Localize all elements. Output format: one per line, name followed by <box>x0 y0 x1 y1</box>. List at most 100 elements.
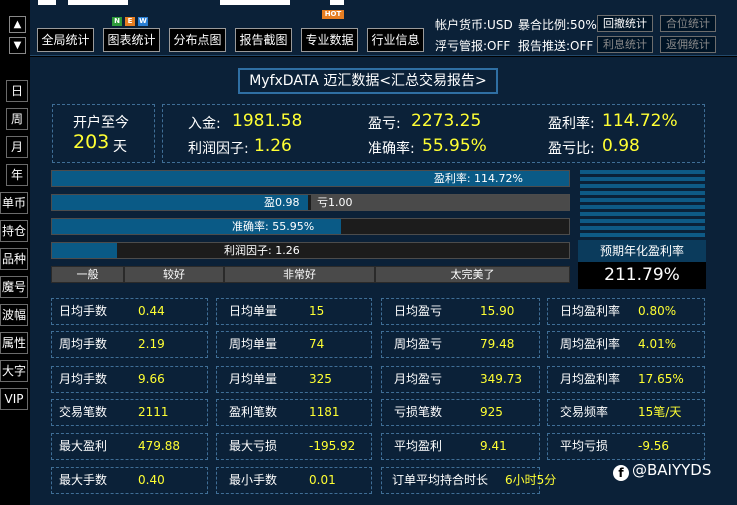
projection-stripe <box>580 170 705 174</box>
stat-cell: 盈利笔数 1181 <box>216 399 372 426</box>
stat-label: 平均盈利 <box>394 439 443 453</box>
scroll-down-icon[interactable]: ▼ <box>9 37 26 54</box>
watermark-text: @BAIYYDS <box>632 461 712 479</box>
stat-value: 17.65% <box>638 372 684 386</box>
projection-stripe <box>580 219 705 223</box>
pnl-value: 2273.25 <box>411 111 482 131</box>
tab-large-font[interactable]: 大字 <box>0 360 28 382</box>
stat-cell: 交易笔数 2111 <box>51 399 208 426</box>
stat-value: 0.80% <box>638 304 677 318</box>
stat-label: 最大亏损 <box>229 439 278 453</box>
loss-text: 亏1.00 <box>317 196 353 209</box>
stat-value: 479.88 <box>138 439 180 453</box>
stat-cell: 日均盈利率 0.80% <box>547 298 705 325</box>
pnl-label: 盈亏: <box>368 116 401 132</box>
watermark: f @BAIYYDS <box>613 461 711 481</box>
stat-cell: 日均盈亏 15.90 <box>381 298 540 325</box>
stat-value: 925 <box>480 405 503 419</box>
stat-label: 最大手数 <box>59 473 108 487</box>
stat-cell: 月均盈利率 17.65% <box>547 366 705 393</box>
tab-week[interactable]: 周 <box>6 108 28 130</box>
tab-day[interactable]: 日 <box>6 80 28 102</box>
projection-stripe <box>580 191 705 195</box>
stat-label: 月均盈亏 <box>394 372 443 386</box>
tab-positions[interactable]: 持仓 <box>0 220 28 242</box>
tab-symbols[interactable]: 品种 <box>0 248 28 270</box>
report-title: MyfxDATA 迈汇数据<汇总交易报告> <box>238 68 498 94</box>
stat-cell: 最大盈利 479.88 <box>51 433 208 460</box>
days-value: 203 <box>73 131 110 153</box>
pl-ratio-label: 盈亏比: <box>548 141 595 157</box>
top-strip-mark <box>330 0 344 5</box>
stat-cell: 平均盈利 9.41 <box>381 433 540 460</box>
profit-rate-bar-text: 盈利率: 114.72% <box>433 172 523 185</box>
tab-attributes[interactable]: 属性 <box>0 332 28 354</box>
profit-factor-value: 1.26 <box>254 136 292 156</box>
report-screenshot-button[interactable]: 报告截图 <box>235 28 292 52</box>
new-badge-n: N <box>112 17 122 26</box>
tab-year[interactable]: 年 <box>6 164 28 186</box>
stat-cell: 平均亏损 -9.56 <box>547 433 705 460</box>
projection-stripe <box>580 205 705 209</box>
tab-amplitude[interactable]: 波幅 <box>0 304 28 326</box>
chart-stats-button[interactable]: 图表统计 <box>103 28 160 52</box>
stat-value: 0.40 <box>138 473 165 487</box>
projection-stripe <box>580 233 705 237</box>
days-unit: 天 <box>113 139 127 155</box>
stat-label: 日均盈利率 <box>560 304 621 318</box>
stat-label: 平均亏损 <box>560 439 609 453</box>
stat-value: -195.92 <box>309 439 356 453</box>
stat-value: 0.44 <box>138 304 165 318</box>
stat-value: 15笔/天 <box>638 405 682 419</box>
stat-value: 2.19 <box>138 337 165 351</box>
scroll-up-icon[interactable]: ▲ <box>9 16 26 33</box>
stat-cell: 亏损笔数 925 <box>381 399 540 426</box>
account-currency: 帐户货币:USD <box>435 18 513 32</box>
stat-label: 日均手数 <box>59 304 108 318</box>
projection-stripe <box>580 198 705 202</box>
stat-cell: 周均盈利率 4.01% <box>547 331 705 358</box>
stat-value: 1181 <box>309 405 340 419</box>
stat-label: 周均手数 <box>59 337 108 351</box>
stat-label: 月均单量 <box>229 372 278 386</box>
deposit-label: 入金: <box>188 116 221 132</box>
profit-rate-bar: 盈利率: 114.72% <box>51 170 570 187</box>
stat-label: 月均盈利率 <box>560 372 621 386</box>
stat-cell: 月均手数 9.66 <box>51 366 208 393</box>
stat-cell: 周均盈亏 79.48 <box>381 331 540 358</box>
profit-factor-label: 利润因子: <box>188 141 249 157</box>
min-lots-cell: 最小手数 0.01 <box>216 467 372 494</box>
drawdown-stats-button[interactable]: 回撤统计 <box>597 15 653 32</box>
stat-value: 15 <box>309 304 325 318</box>
interest-stats-button[interactable]: 利息统计 <box>597 36 653 53</box>
stat-value: 79.48 <box>480 337 515 351</box>
tab-single-currency[interactable]: 单币 <box>0 192 28 214</box>
position-stats-button[interactable]: 合位统计 <box>660 15 716 32</box>
stat-value: 9.66 <box>138 372 165 386</box>
profit-rate-value: 114.72% <box>602 111 678 131</box>
pro-data-button[interactable]: 专业数据 <box>301 28 358 52</box>
rebate-stats-button[interactable]: 返佣统计 <box>660 36 716 53</box>
stat-cell: 日均单量 15 <box>216 298 372 325</box>
distribution-button[interactable]: 分布点图 <box>169 28 226 52</box>
stat-value: 4.01% <box>638 337 677 351</box>
global-stats-button[interactable]: 全局统计 <box>37 28 94 52</box>
projection-stripe <box>580 177 705 181</box>
industry-info-button[interactable]: 行业信息 <box>367 28 424 52</box>
deposit-value: 1981.58 <box>232 111 303 131</box>
top-strip-mark <box>68 0 128 5</box>
stat-label: 亏损笔数 <box>394 405 443 419</box>
tab-vip[interactable]: VIP <box>0 388 28 410</box>
float-loss-alert: 浮亏管报:OFF <box>435 39 511 53</box>
stat-label: 周均盈亏 <box>394 337 443 351</box>
stat-value: 9.41 <box>480 439 507 453</box>
stat-value: 325 <box>309 372 332 386</box>
tab-month[interactable]: 月 <box>6 136 28 158</box>
accuracy-bar-text: 准确率: 55.95% <box>232 220 315 233</box>
scale-normal: 一般 <box>51 266 124 283</box>
top-strip-mark <box>220 0 290 5</box>
profit-factor-fill <box>52 243 117 258</box>
tab-magic[interactable]: 魔号 <box>0 276 28 298</box>
stat-value: -9.56 <box>638 439 670 453</box>
stat-value: 6小时5分 <box>505 473 557 487</box>
